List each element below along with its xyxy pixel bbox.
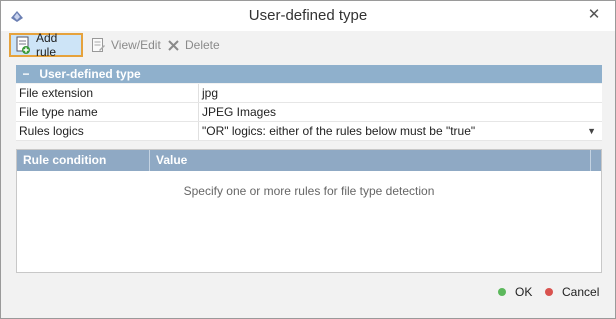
toolbar: Add rule View/Edit Delete: [1, 31, 615, 59]
title-bar: User-defined type ✕: [1, 1, 615, 31]
group-header-user-defined-type[interactable]: − User-defined type: [16, 65, 602, 83]
cancel-label: Cancel: [562, 285, 600, 299]
window-title: User-defined type: [248, 7, 368, 24]
chevron-down-icon[interactable]: ▼: [587, 122, 596, 140]
property-label: File extension: [16, 84, 199, 102]
close-button[interactable]: ✕: [583, 5, 605, 25]
empty-table-message: Specify one or more rules for file type …: [183, 184, 435, 198]
add-rule-icon: [16, 36, 30, 54]
view-edit-button[interactable]: View/Edit: [87, 33, 165, 57]
property-grid: File extension jpg File type name JPEG I…: [16, 84, 602, 141]
collapse-icon[interactable]: −: [16, 65, 36, 83]
property-label: Rules logics: [16, 122, 199, 140]
property-label: File type name: [16, 103, 199, 121]
delete-icon: [168, 39, 179, 51]
rules-table-header: Rule condition Value: [17, 150, 601, 171]
column-header-rule-condition[interactable]: Rule condition: [17, 150, 150, 171]
rules-logics-value: "OR" logics: either of the rules below m…: [202, 124, 476, 138]
ok-dot-icon: [498, 288, 506, 296]
delete-label: Delete: [185, 38, 220, 52]
group-title: User-defined type: [39, 67, 141, 81]
column-header-value[interactable]: Value: [150, 150, 591, 171]
add-rule-button[interactable]: Add rule: [9, 31, 83, 59]
view-edit-icon: [92, 38, 105, 52]
property-row-rules-logics[interactable]: Rules logics "OR" logics: either of the …: [16, 122, 602, 141]
cancel-button[interactable]: Cancel: [545, 285, 599, 299]
add-rule-label: Add rule: [36, 31, 58, 59]
ok-button[interactable]: OK: [498, 285, 532, 299]
dialog-window: User-defined type ✕ Add rule View/Edit D…: [0, 0, 616, 319]
cancel-dot-icon: [545, 288, 553, 296]
delete-button[interactable]: Delete: [163, 33, 224, 57]
property-row-file-extension[interactable]: File extension jpg: [16, 84, 602, 103]
dialog-footer: OK Cancel: [1, 279, 615, 319]
rules-table: Rule condition Value Specify one or more…: [16, 149, 602, 273]
file-type-name-field[interactable]: JPEG Images: [199, 103, 602, 121]
rules-logics-select[interactable]: "OR" logics: either of the rules below m…: [199, 122, 602, 140]
property-row-file-type-name[interactable]: File type name JPEG Images: [16, 103, 602, 122]
column-header-filler: [591, 150, 601, 171]
ok-label: OK: [515, 285, 533, 299]
file-extension-field[interactable]: jpg: [199, 84, 602, 102]
view-edit-label: View/Edit: [111, 38, 161, 52]
